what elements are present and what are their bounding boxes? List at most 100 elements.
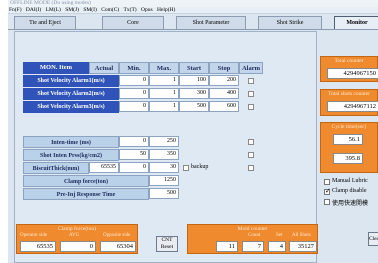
total-shots-value: 4294967112 xyxy=(327,101,378,112)
label-pre-inj-response: Pre-Inj Response Time xyxy=(23,188,149,200)
cycle-time-box: Cycle time(sec) 56.1 395.8 xyxy=(320,122,378,173)
label-clamp-force: Clamp force(ton) xyxy=(23,175,149,187)
window-title: OFFLINE MODE (Do using modes) xyxy=(8,0,378,7)
mold-counter-title: Mold counter xyxy=(237,226,268,232)
clamp-force-panel: Clamp force(ton) Operator side AVG Oppos… xyxy=(16,224,138,254)
alarm1-start[interactable]: 100 xyxy=(179,75,209,86)
clamp-disable-checkbox[interactable] xyxy=(324,187,331,195)
row-label-alarm2: Shot Velocity Alarm2(m/s) xyxy=(23,88,119,100)
manual-lubric-label: Manual Lubric xyxy=(332,178,368,184)
shot-inten-press-min[interactable]: 50 xyxy=(119,149,149,160)
menu-bar: Fn(F) DAI(I) LM(L) SM(J) SM(I) Com(C) Tx… xyxy=(8,7,378,14)
total-counter-value: 4294967150 xyxy=(327,68,378,79)
tab-divider xyxy=(8,29,378,30)
menu-item-file[interactable]: Fn(F) xyxy=(9,7,22,13)
alarm3-start[interactable]: 500 xyxy=(179,101,209,112)
fast-mold-open-checkbox[interactable] xyxy=(324,199,330,205)
tab-core[interactable]: Core xyxy=(102,16,164,29)
clamp-operator-value: 65535 xyxy=(20,241,56,252)
shot-inten-press-checkbox[interactable] xyxy=(248,152,254,158)
mold-counter-panel: Mold counter Count Set All Shots 11 7 4 … xyxy=(187,224,318,254)
alarm2-checkbox[interactable] xyxy=(248,91,254,97)
cnt-reset-line1: CNT xyxy=(161,237,173,243)
alarm2-stop[interactable]: 400 xyxy=(209,88,239,99)
tab-shot-parameter[interactable]: Shot Parameter xyxy=(176,16,246,29)
alarm2-min[interactable]: 0 xyxy=(119,88,149,99)
clamp-disable-label: Clamp disable xyxy=(332,188,367,194)
fast-mold-open-label: 使用快速開模 xyxy=(332,201,369,207)
cnt-reset-line2: Reset xyxy=(160,244,174,250)
alarm3-min[interactable]: 0 xyxy=(119,101,149,112)
header-stop: Stop xyxy=(209,62,239,74)
biscuit-checkbox[interactable] xyxy=(248,165,254,171)
clamp-force-value[interactable]: 1250 xyxy=(149,175,179,186)
inten-time-max[interactable]: 250 xyxy=(149,136,179,147)
monitor-panel: MON. Item Actual Min. Max. Start Stop Al… xyxy=(14,31,318,263)
manual-lubric-checkbox[interactable] xyxy=(324,179,330,185)
header-max: Max. xyxy=(149,62,179,74)
menu-item-smj[interactable]: SM(J) xyxy=(65,7,79,13)
menu-item-help[interactable]: Help(H) xyxy=(157,7,175,13)
menu-item-com[interactable]: Com(C) xyxy=(101,7,119,13)
shot-inten-press-max[interactable]: 350 xyxy=(149,149,179,160)
tab-shot-strike[interactable]: Shot Strike xyxy=(258,16,322,29)
alarm1-max[interactable]: 1 xyxy=(149,75,179,86)
menu-item-smi[interactable]: SM(I) xyxy=(83,7,96,13)
total-counter-title: Total counter xyxy=(334,58,364,64)
label-biscuit-thick: BiscuitThick(mm) xyxy=(23,162,89,174)
row-label-alarm1: Shot Velocity Alarm1(m/s) xyxy=(23,75,119,87)
total-shots-box: Total shots counter 4294967112 xyxy=(320,89,378,116)
clamp-avg-value: 0 xyxy=(60,241,96,252)
cycle-time-value1: 56.1 xyxy=(333,134,363,145)
alarm2-start[interactable]: 300 xyxy=(179,88,209,99)
clamp-force-panel-title: Clamp force(ton) xyxy=(57,226,97,232)
header-start: Start xyxy=(179,62,209,74)
menu-item-opus[interactable]: Opus xyxy=(141,7,153,13)
menu-item-lm[interactable]: LM(L) xyxy=(46,7,61,13)
alarm3-stop[interactable]: 600 xyxy=(209,101,239,112)
clear-button[interactable]: Clear xyxy=(368,232,378,246)
total-counter-box: Total counter 4294967150 xyxy=(320,56,378,82)
tab-monitor[interactable]: Monitor xyxy=(334,16,378,30)
header-alarm: Alarm xyxy=(239,62,263,74)
app-window: OFFLINE MODE (Do using modes) Fn(F) DAI(… xyxy=(8,0,378,263)
cycle-time-title: Cycle time(sec) xyxy=(331,124,367,130)
biscuit-max[interactable]: 30 xyxy=(149,162,179,173)
alarm1-min[interactable]: 0 xyxy=(119,75,149,86)
mold-value-set: 4 xyxy=(268,241,286,252)
pre-inj-response-value[interactable]: 500 xyxy=(149,188,179,199)
cycle-time-value2: 395.8 xyxy=(333,153,363,164)
header-min: Min. xyxy=(119,62,149,74)
inten-time-min[interactable]: 0 xyxy=(119,136,149,147)
mold-label-count: Count xyxy=(248,233,261,238)
label-shot-inten-press: Shot Inten Prss(kg/cm2) xyxy=(23,149,119,161)
backup-checkbox[interactable] xyxy=(183,165,189,171)
header-mon-item: MON. Item xyxy=(23,62,89,74)
biscuit-min[interactable]: 0 xyxy=(119,162,149,173)
inten-time-checkbox[interactable] xyxy=(248,139,254,145)
menu-item-dai[interactable]: DAI(I) xyxy=(26,7,41,13)
menu-item-tx[interactable]: Tx(T) xyxy=(124,7,137,13)
alarm2-max[interactable]: 1 xyxy=(149,88,179,99)
clamp-label-avg: AVG xyxy=(69,233,80,238)
biscuit-actual: 65535 xyxy=(89,162,119,173)
backup-label: backup xyxy=(191,164,209,170)
mold-value-allshots: 35127 xyxy=(289,241,317,252)
alarm3-checkbox[interactable] xyxy=(248,104,254,110)
tab-tie-eject[interactable]: Tie and Eject xyxy=(14,16,76,29)
cnt-reset-button[interactable]: CNT Reset xyxy=(156,236,178,252)
alarm1-checkbox[interactable] xyxy=(248,78,254,84)
mold-value-count: 7 xyxy=(242,241,264,252)
clamp-opposite-value: 65304 xyxy=(100,241,136,252)
clamp-label-opposite: Opposite side xyxy=(103,233,131,238)
alarm1-stop[interactable]: 200 xyxy=(209,75,239,86)
row-label-alarm3: Shot Velocity Alarm3(m/s) xyxy=(23,101,119,113)
total-shots-title: Total shots counter xyxy=(328,91,370,97)
right-side-panel: Total counter 4294967150 Total shots cou… xyxy=(320,31,378,263)
mold-label-set: Set xyxy=(276,233,283,238)
tab-bar: Tie and Eject Core Shot Parameter Shot S… xyxy=(14,16,378,30)
clamp-label-operator: Operator side xyxy=(20,233,48,238)
mold-label-allshots: All Shots xyxy=(292,233,311,238)
header-actual: Actual xyxy=(89,62,119,74)
alarm3-max[interactable]: 1 xyxy=(149,101,179,112)
